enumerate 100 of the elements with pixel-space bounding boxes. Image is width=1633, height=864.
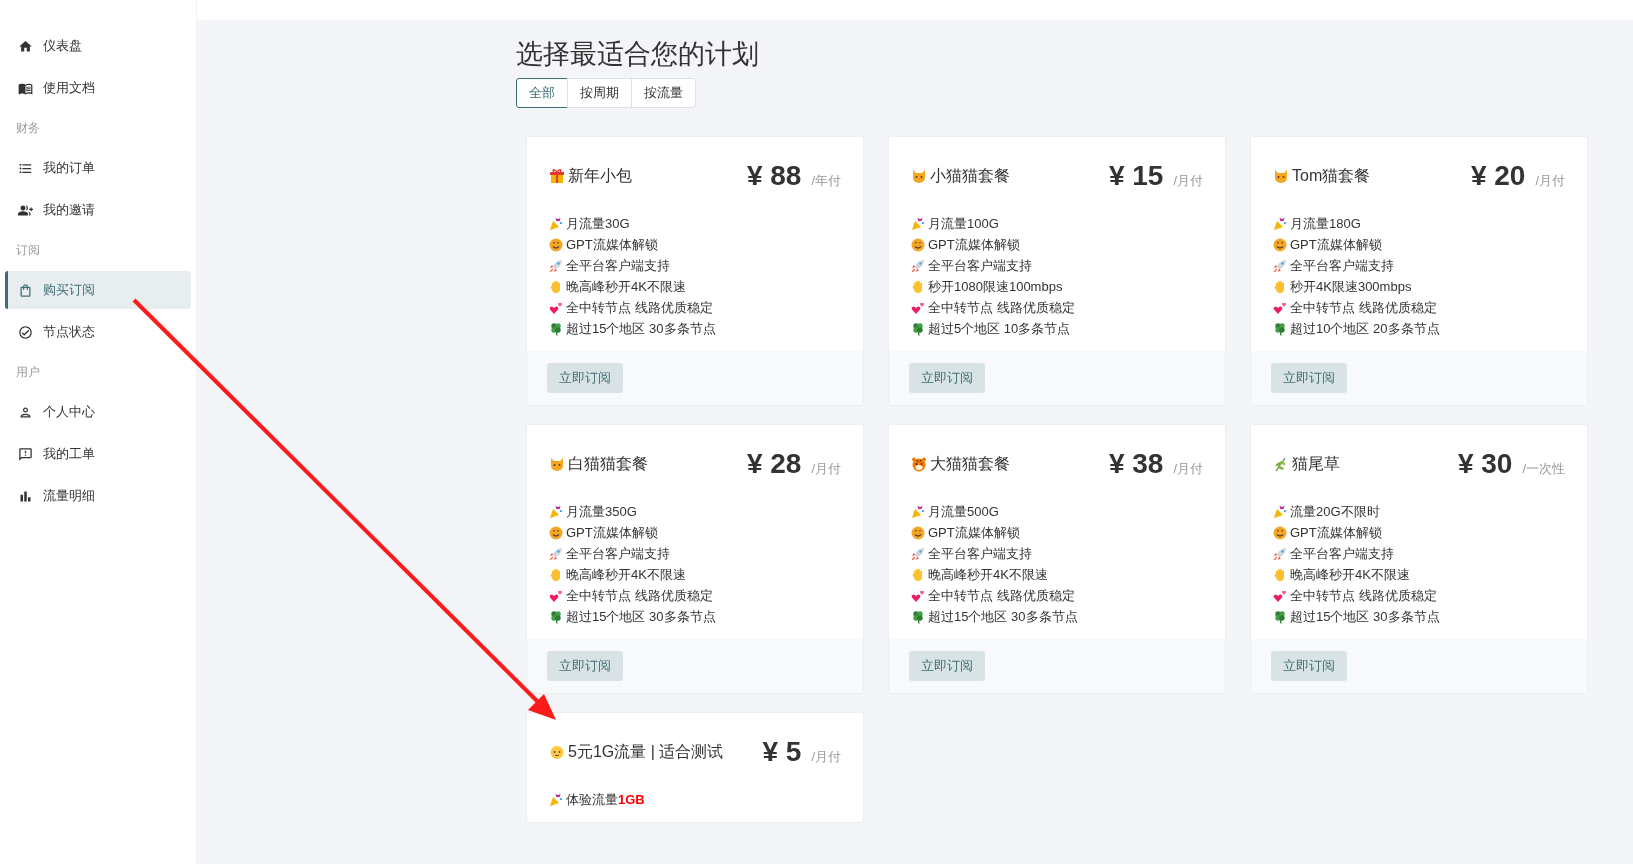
plan-feature: 晚高峰秒开4K不限速	[566, 565, 686, 584]
plan-feature: 月流量100G	[928, 214, 999, 233]
gift-icon	[549, 168, 565, 184]
baby-face-icon	[549, 744, 565, 760]
plan-feature: 超过15个地区 30多条节点	[566, 319, 716, 338]
plan-name: 大猫猫套餐	[930, 454, 1010, 474]
rocket-icon	[1273, 258, 1287, 273]
subscribe-button[interactable]: 立即订阅	[1271, 363, 1347, 393]
plan-feature: 全中转节点 线路优质稳定	[928, 298, 1075, 317]
sidebar-item[interactable]: 我的订单	[5, 149, 191, 187]
party-popper-icon	[549, 216, 563, 231]
plan-name: 小猫猫套餐	[930, 166, 1010, 186]
raised-hand-icon	[549, 567, 563, 582]
two-hearts-icon	[1273, 300, 1287, 315]
plan-feature: GPT流媒体解锁	[1290, 523, 1382, 542]
sidebar-item[interactable]: 仪表盘	[5, 27, 191, 65]
clover-icon	[549, 321, 563, 336]
party-popper-icon	[549, 792, 563, 807]
party-popper-icon	[911, 504, 925, 519]
plan-name: 白猫猫套餐	[568, 454, 648, 474]
billing-period: /月付	[1173, 460, 1203, 478]
plan-feature: 全中转节点 线路优质稳定	[566, 586, 713, 605]
sidebar-section-label: 订阅	[15, 242, 41, 259]
subscribe-button[interactable]: 立即订阅	[1271, 651, 1347, 681]
party-popper-icon	[1273, 216, 1287, 231]
raised-hand-icon	[549, 279, 563, 294]
plan-feature: 晚高峰秒开4K不限速	[1290, 565, 1410, 584]
billing-period: /月付	[811, 748, 841, 766]
plan-name: 新年小包	[568, 166, 632, 186]
raised-hand-icon	[911, 567, 925, 582]
subscribe-button[interactable]: 立即订阅	[547, 363, 623, 393]
smiling-face-icon	[911, 237, 925, 252]
plan-price: ¥ 38	[1108, 447, 1164, 481]
party-popper-icon	[911, 216, 925, 231]
filter-tab[interactable]: 按周期	[567, 78, 632, 108]
cat-face-icon	[549, 456, 565, 472]
plan-feature: 全平台客户端支持	[928, 544, 1032, 563]
plan-feature: 超过15个地区 30多条节点	[1290, 607, 1440, 626]
plan-feature: 超过15个地区 30多条节点	[566, 607, 716, 626]
plan-price: ¥ 15	[1108, 159, 1164, 193]
subscribe-button[interactable]: 立即订阅	[909, 363, 985, 393]
plan-price: ¥ 5	[762, 735, 802, 769]
plan-feature: GPT流媒体解锁	[1290, 235, 1382, 254]
plan-feature: GPT流媒体解锁	[566, 523, 658, 542]
smiling-face-icon	[911, 525, 925, 540]
party-popper-icon	[1273, 504, 1287, 519]
cat-face-icon	[1273, 168, 1289, 184]
plan-name: 猫尾草	[1292, 454, 1340, 474]
plan-feature: 晚高峰秒开4K不限速	[566, 277, 686, 296]
sidebar-item[interactable]: 流量明细	[5, 477, 191, 515]
smiling-face-icon	[1273, 237, 1287, 252]
sidebar-item[interactable]: 购买订阅	[5, 271, 191, 309]
sidebar-section-label: 财务	[15, 120, 41, 137]
plan-feature: 全中转节点 线路优质稳定	[1290, 298, 1437, 317]
plan-feature: 超过15个地区 30多条节点	[928, 607, 1078, 626]
raised-hand-icon	[1273, 279, 1287, 294]
plan-feature: 月流量350G	[566, 502, 637, 521]
plan-price: ¥ 30	[1457, 447, 1513, 481]
plan-feature: 超过5个地区 10多条节点	[928, 319, 1071, 338]
shopping-bag-icon	[18, 282, 33, 298]
plan-feature: 月流量180G	[1290, 214, 1361, 233]
two-hearts-icon	[911, 588, 925, 603]
clover-icon	[549, 609, 563, 624]
plan-feature: 秒开1080限速100mbps	[928, 277, 1063, 296]
raised-hand-icon	[1273, 567, 1287, 582]
plan-name: 5元1G流量 | 适合测试	[568, 742, 724, 762]
sidebar-item[interactable]: 使用文档	[5, 69, 191, 107]
sidebar-item[interactable]: 个人中心	[5, 393, 191, 431]
subscribe-button[interactable]: 立即订阅	[909, 651, 985, 681]
cat-face-icon	[911, 168, 927, 184]
speech-bubble-icon	[18, 446, 33, 462]
plan-price: ¥ 28	[746, 447, 802, 481]
plan-feature: GPT流媒体解锁	[566, 235, 658, 254]
billing-period: /月付	[811, 460, 841, 478]
plan-feature: 全平台客户端支持	[928, 256, 1032, 275]
party-popper-icon	[549, 504, 563, 519]
tiger-face-icon	[911, 456, 927, 472]
plan-feature: GPT流媒体解锁	[928, 523, 1020, 542]
sidebar-item[interactable]: 节点状态	[5, 313, 191, 351]
plan-feature: 全平台客户端支持	[566, 256, 670, 275]
sidebar-item[interactable]: 我的工单	[5, 435, 191, 473]
smiling-face-icon	[549, 237, 563, 252]
plan-price: ¥ 20	[1470, 159, 1526, 193]
billing-period: /年付	[811, 172, 841, 190]
page-title: 选择最适合您的计划	[516, 38, 760, 71]
rocket-icon	[549, 258, 563, 273]
two-hearts-icon	[549, 300, 563, 315]
plan-feature: 全平台客户端支持	[1290, 544, 1394, 563]
billing-period: /月付	[1535, 172, 1565, 190]
subscribe-button[interactable]: 立即订阅	[547, 651, 623, 681]
two-hearts-icon	[911, 300, 925, 315]
plan-feature: 全平台客户端支持	[566, 544, 670, 563]
filter-tab[interactable]: 按流量	[631, 78, 696, 108]
plan-price: ¥ 88	[746, 159, 802, 193]
plan-feature: 晚高峰秒开4K不限速	[928, 565, 1048, 584]
sidebar-item[interactable]: 我的邀请	[5, 191, 191, 229]
plan-feature: 全中转节点 线路优质稳定	[928, 586, 1075, 605]
plan-feature: 月流量500G	[928, 502, 999, 521]
filter-tab[interactable]: 全部	[516, 78, 568, 108]
plan-feature: 全中转节点 线路优质稳定	[1290, 586, 1437, 605]
